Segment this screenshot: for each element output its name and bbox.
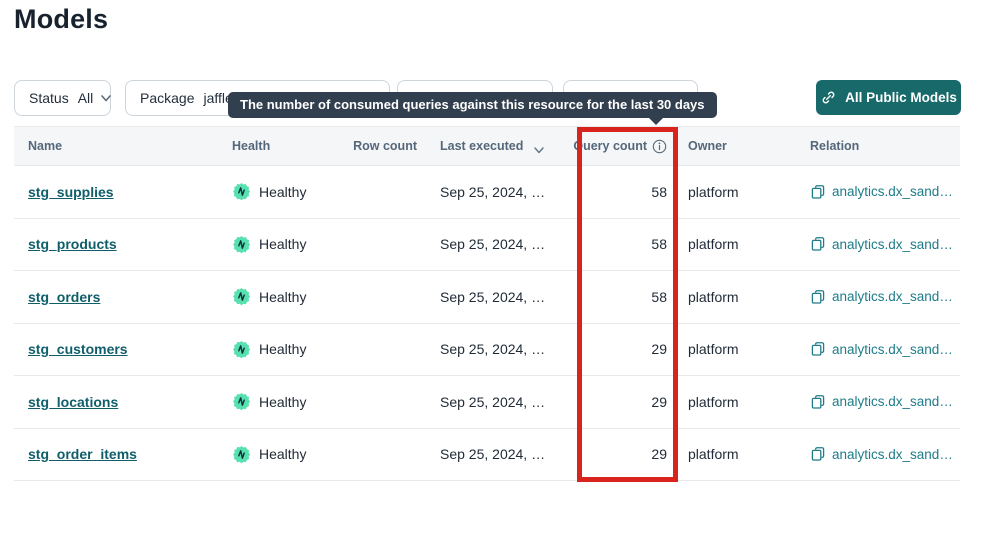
owner-value: platform: [667, 446, 790, 462]
link-icon: [820, 89, 837, 106]
health-seal-badge-icon: [232, 340, 251, 359]
health-status-label: Healthy: [259, 289, 306, 305]
last-executed-value: Sep 25, 2024, …: [417, 341, 570, 357]
column-header-last-executed[interactable]: Last executed: [417, 139, 570, 153]
owner-value: platform: [667, 236, 790, 252]
health-status-label: Healthy: [259, 236, 306, 252]
relation-link[interactable]: analytics.dx_sand…: [832, 394, 953, 409]
tooltip-text: The number of consumed queries against t…: [240, 97, 705, 112]
owner-value: platform: [667, 184, 790, 200]
last-executed-value: Sep 25, 2024, …: [417, 394, 570, 410]
model-name-link[interactable]: stg_products: [28, 236, 117, 252]
last-executed-value: Sep 25, 2024, …: [417, 289, 570, 305]
model-name-link[interactable]: stg_customers: [28, 341, 128, 357]
model-name-link[interactable]: stg_locations: [28, 394, 118, 410]
query-count-tooltip: The number of consumed queries against t…: [228, 92, 717, 118]
column-header-query-count[interactable]: Query count: [570, 139, 667, 154]
table-row: stg_order_items Healthy Sep 25, 2024, … …: [14, 429, 960, 482]
tooltip-arrow: [648, 117, 664, 125]
all-public-models-button[interactable]: All Public Models: [816, 80, 961, 115]
package-filter-label: Package: [140, 90, 194, 106]
query-count-label: Query count: [573, 139, 647, 153]
table-row: stg_orders Healthy Sep 25, 2024, … 58 pl…: [14, 271, 960, 324]
document-copy-icon: [810, 236, 826, 252]
column-header-row-count[interactable]: Row count: [349, 139, 417, 153]
table-row: stg_supplies Healthy Sep 25, 2024, … 58 …: [14, 166, 960, 219]
health-seal-badge-icon: [232, 235, 251, 254]
query-count-value: 29: [570, 446, 667, 462]
table-row: stg_products Healthy Sep 25, 2024, … 58 …: [14, 219, 960, 272]
page-title: Models: [14, 4, 108, 35]
relation-link[interactable]: analytics.dx_sand…: [832, 447, 953, 462]
models-table: Name Health Row count Last executed Quer…: [14, 126, 960, 481]
query-count-value: 58: [570, 236, 667, 252]
health-seal-badge-icon: [232, 287, 251, 306]
health-status-label: Healthy: [259, 394, 306, 410]
relation-link[interactable]: analytics.dx_sand…: [832, 289, 953, 304]
table-row: stg_customers Healthy Sep 25, 2024, … 29…: [14, 324, 960, 377]
model-name-link[interactable]: stg_orders: [28, 289, 100, 305]
table-row: stg_locations Healthy Sep 25, 2024, … 29…: [14, 376, 960, 429]
relation-link[interactable]: analytics.dx_sand…: [832, 184, 953, 199]
document-copy-icon: [810, 394, 826, 410]
last-executed-value: Sep 25, 2024, …: [417, 184, 570, 200]
status-filter-dropdown[interactable]: Status All: [14, 80, 111, 116]
document-copy-icon: [810, 446, 826, 462]
owner-value: platform: [667, 341, 790, 357]
sort-chevron-down-icon[interactable]: [534, 143, 544, 150]
document-copy-icon: [810, 184, 826, 200]
column-header-owner[interactable]: Owner: [667, 139, 790, 153]
model-name-link[interactable]: stg_supplies: [28, 184, 114, 200]
document-copy-icon: [810, 341, 826, 357]
query-count-value: 58: [570, 184, 667, 200]
last-executed-value: Sep 25, 2024, …: [417, 446, 570, 462]
health-status-label: Healthy: [259, 341, 306, 357]
query-count-value: 58: [570, 289, 667, 305]
health-seal-badge-icon: [232, 445, 251, 464]
column-header-relation[interactable]: Relation: [790, 139, 960, 153]
last-executed-label: Last executed: [440, 139, 523, 153]
status-filter-value: All: [78, 90, 94, 106]
health-seal-badge-icon: [232, 392, 251, 411]
owner-value: platform: [667, 394, 790, 410]
last-executed-value: Sep 25, 2024, …: [417, 236, 570, 252]
all-public-models-label: All Public Models: [845, 90, 957, 105]
relation-link[interactable]: analytics.dx_sand…: [832, 342, 953, 357]
relation-link[interactable]: analytics.dx_sand…: [832, 237, 953, 252]
health-seal-badge-icon: [232, 182, 251, 201]
chevron-down-icon: [101, 95, 111, 102]
column-header-health[interactable]: Health: [216, 139, 349, 153]
table-header-row: Name Health Row count Last executed Quer…: [14, 126, 960, 166]
info-icon[interactable]: [652, 139, 667, 154]
document-copy-icon: [810, 289, 826, 305]
owner-value: platform: [667, 289, 790, 305]
column-header-name[interactable]: Name: [14, 139, 216, 153]
health-status-label: Healthy: [259, 446, 306, 462]
model-name-link[interactable]: stg_order_items: [28, 446, 137, 462]
query-count-value: 29: [570, 394, 667, 410]
health-status-label: Healthy: [259, 184, 306, 200]
status-filter-label: Status: [29, 90, 69, 106]
query-count-value: 29: [570, 341, 667, 357]
